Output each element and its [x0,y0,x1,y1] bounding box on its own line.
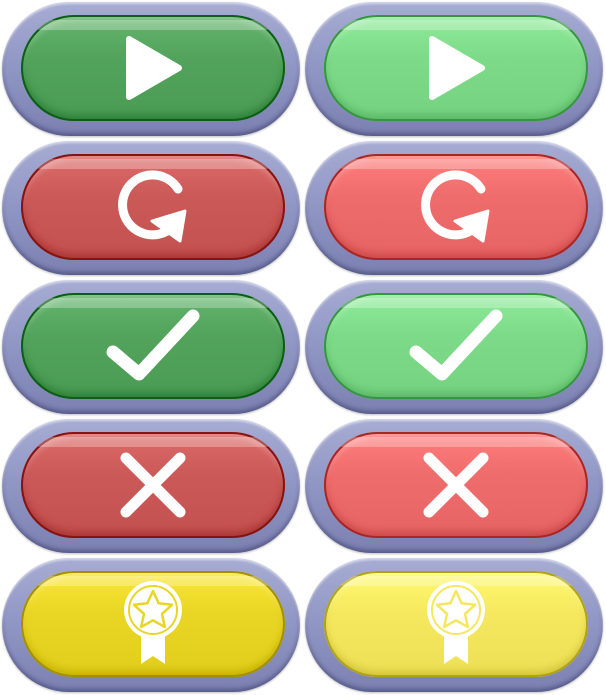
checkmark-icon [105,306,201,386]
award-button-dark[interactable] [2,558,300,692]
restart-icon [415,167,497,247]
restart-button-face [324,154,588,260]
cancel-button-light[interactable] [305,419,603,553]
play-button-dark[interactable] [2,2,300,136]
award-button-light[interactable] [305,558,603,692]
play-button-face [324,15,588,121]
play-icon [424,33,488,103]
play-button-face [21,15,285,121]
cancel-button-face [21,432,285,538]
checkmark-icon [408,306,504,386]
restart-button-light[interactable] [305,141,603,275]
award-button-face [21,571,285,677]
confirm-button-light[interactable] [305,280,603,414]
restart-button-dark[interactable] [2,141,300,275]
confirm-button-face [21,293,285,399]
confirm-button-dark[interactable] [2,280,300,414]
restart-button-face [21,154,285,260]
cancel-button-face [324,432,588,538]
close-icon [421,450,491,520]
award-ribbon-icon [118,578,188,670]
button-sprite-sheet [0,0,606,695]
play-icon [121,33,185,103]
cancel-button-dark[interactable] [2,419,300,553]
restart-icon [112,167,194,247]
award-button-face [324,571,588,677]
award-ribbon-icon [421,578,491,670]
close-icon [118,450,188,520]
confirm-button-face [324,293,588,399]
play-button-light[interactable] [305,2,603,136]
